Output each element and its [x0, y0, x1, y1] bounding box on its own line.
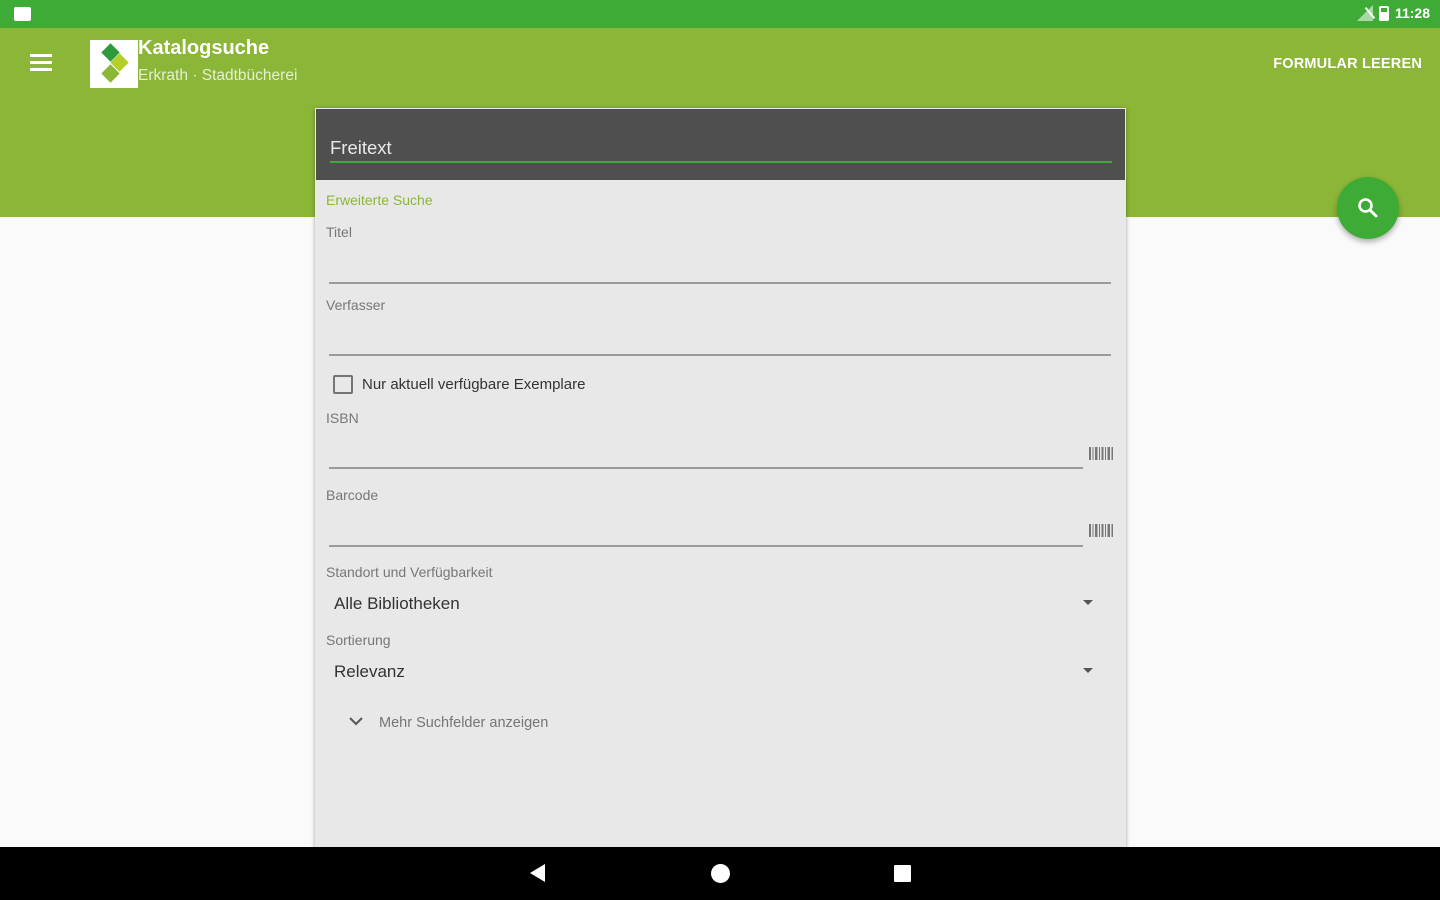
isbn-underline: [329, 467, 1083, 469]
library-logo: [90, 40, 138, 88]
barcode-underline: [329, 545, 1083, 547]
status-indicators: 11:28: [1355, 5, 1430, 21]
signal-icon: [1355, 5, 1373, 21]
location-dropdown-icon[interactable]: [1083, 600, 1093, 605]
location-select[interactable]: Alle Bibliotheken: [334, 594, 460, 614]
system-nav-bar: [0, 847, 1440, 900]
available-only-label: Nur aktuell verfügbare Exemplare: [362, 376, 586, 393]
isbn-label: ISBN: [326, 410, 359, 426]
status-bar: 11:28: [0, 0, 1440, 28]
isbn-input[interactable]: [329, 438, 1083, 464]
barcode-input[interactable]: [329, 516, 1083, 542]
back-icon[interactable]: [530, 864, 545, 882]
barcode-scan-icon[interactable]: [1089, 447, 1113, 460]
hamburger-menu-icon[interactable]: [30, 54, 52, 72]
free-text-header: [316, 109, 1125, 180]
author-underline: [329, 354, 1111, 356]
more-fields-label: Mehr Suchfelder anzeigen: [379, 715, 549, 731]
location-label: Standort und Verfügbarkeit: [326, 564, 493, 580]
home-icon[interactable]: [711, 864, 730, 883]
sort-select[interactable]: Relevanz: [334, 662, 405, 682]
chevron-down-icon: [349, 717, 363, 726]
author-label: Verfasser: [326, 297, 386, 313]
free-text-underline: [330, 161, 1112, 163]
barcode-scan-icon[interactable]: [1089, 524, 1113, 537]
title-underline: [329, 282, 1111, 284]
search-icon: [1358, 198, 1378, 218]
clear-form-button[interactable]: FORMULAR LEEREN: [1273, 56, 1422, 72]
available-only-checkbox[interactable]: [333, 375, 353, 394]
author-input[interactable]: [329, 326, 1111, 352]
sort-label: Sortierung: [326, 632, 391, 648]
battery-icon: [1378, 5, 1389, 21]
search-fab-button[interactable]: [1337, 177, 1399, 239]
recents-icon[interactable]: [894, 865, 911, 882]
sort-dropdown-icon[interactable]: [1083, 668, 1093, 673]
barcode-label: Barcode: [326, 487, 379, 503]
title-input[interactable]: [329, 254, 1111, 280]
title-label: Titel: [326, 224, 352, 240]
search-form-card: Erweiterte Suche Titel Verfasser Nur akt…: [315, 108, 1126, 848]
app-title: Katalogsuche: [138, 37, 270, 59]
notification-icon: [14, 7, 31, 21]
app-subtitle: Erkrath · Stadtbücherei: [138, 67, 298, 84]
advanced-search-title: Erweiterte Suche: [326, 192, 433, 208]
free-text-input[interactable]: [330, 133, 1112, 163]
status-time: 11:28: [1394, 5, 1430, 21]
more-fields-button[interactable]: Mehr Suchfelder anzeigen: [345, 711, 605, 739]
